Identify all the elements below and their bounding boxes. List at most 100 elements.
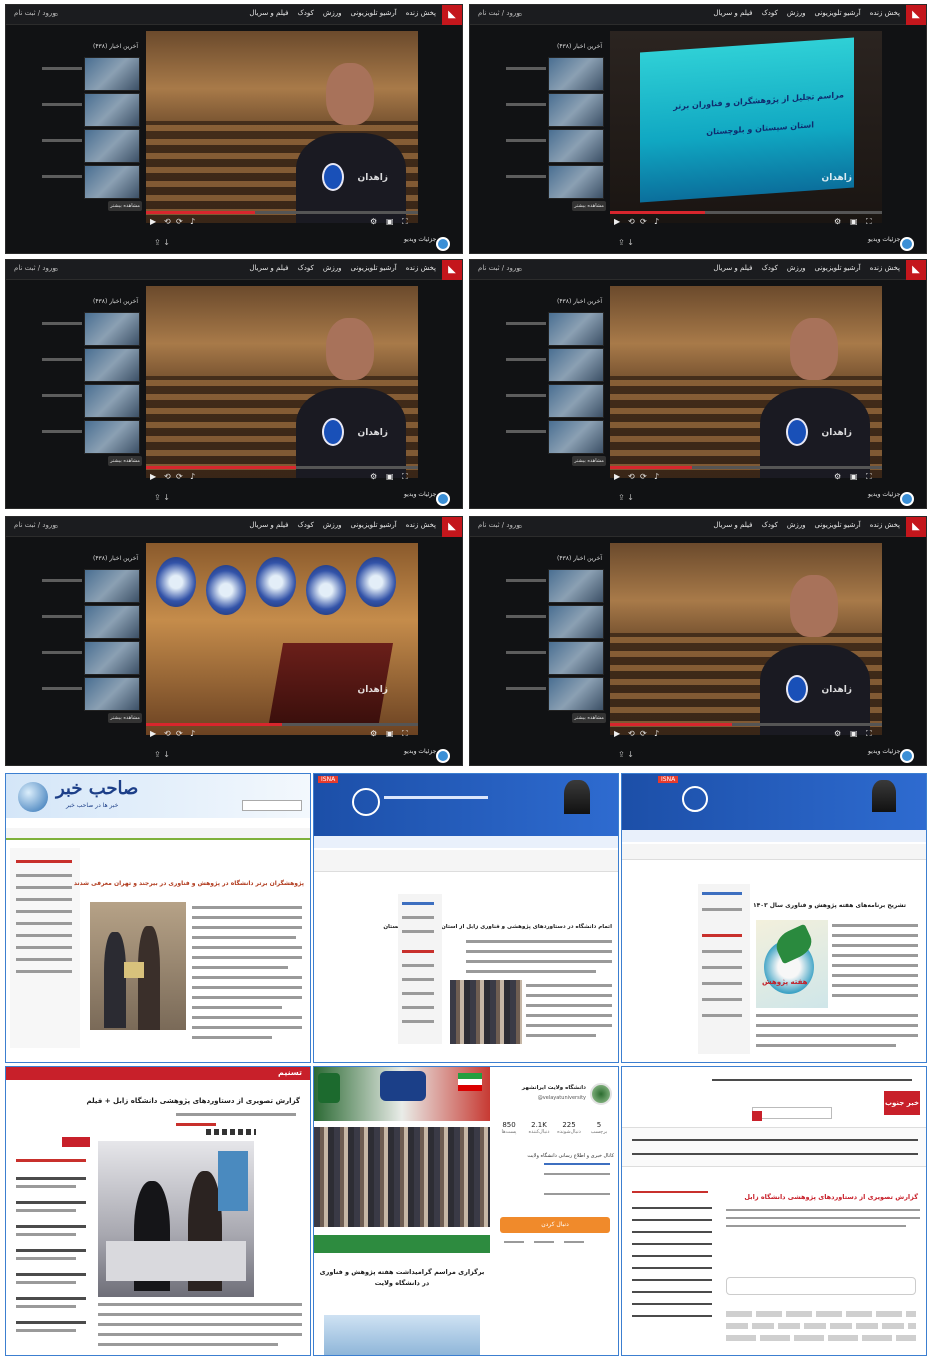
pip-icon[interactable]: ▣ — [386, 217, 394, 226]
nav-item[interactable]: ورزش — [787, 264, 806, 272]
rewind-icon[interactable]: ⟲ — [164, 217, 171, 226]
nav-item[interactable]: آرشیو تلویزیونی — [351, 9, 397, 17]
forward-icon[interactable]: ⟳ — [176, 729, 183, 738]
playlist-thumbnail[interactable] — [84, 420, 140, 454]
video-frame[interactable]: زاهدان — [610, 286, 882, 478]
share-icon[interactable]: ⇪ ↓ — [154, 750, 170, 759]
search-input[interactable] — [752, 1107, 832, 1119]
nav-item[interactable]: ورزش — [323, 264, 342, 272]
volume-icon[interactable]: ♪ — [654, 217, 659, 226]
nav-item[interactable]: پخش زنده — [870, 521, 900, 529]
rewind-icon[interactable]: ⟲ — [628, 472, 635, 481]
video-frame[interactable]: زاهدان — [146, 31, 418, 223]
top-nav[interactable] — [314, 836, 618, 848]
fullscreen-icon[interactable]: ⛶ — [866, 729, 872, 739]
progress-bar[interactable] — [146, 211, 418, 214]
share-icon[interactable]: ⇪ ↓ — [154, 493, 170, 502]
follow-button[interactable]: دنبال کردن — [500, 1217, 610, 1233]
more-button[interactable]: مشاهده بیشتر — [108, 201, 142, 211]
playlist-thumbnail[interactable] — [548, 348, 604, 382]
settings-icon[interactable]: ⚙ — [370, 217, 377, 226]
playlist-thumbnail[interactable] — [548, 57, 604, 91]
playlist-thumbnail[interactable] — [84, 641, 140, 675]
forward-icon[interactable]: ⟳ — [176, 217, 183, 226]
more-button[interactable]: مشاهده بیشتر — [108, 456, 142, 466]
playlist-thumbnail[interactable] — [84, 677, 140, 711]
play-icon[interactable]: ▶ — [150, 217, 156, 226]
channel-logo[interactable]: ◣ — [442, 517, 462, 537]
nav-item[interactable]: پخش زنده — [870, 9, 900, 17]
top-nav[interactable] — [622, 830, 926, 842]
nav-item[interactable]: فیلم و سریال — [713, 264, 752, 272]
share-icon[interactable]: ⇪ ↓ — [154, 238, 170, 247]
playlist-thumbnail[interactable] — [548, 420, 604, 454]
nav-item[interactable]: کودک — [761, 9, 777, 17]
nav-item[interactable]: پخش زنده — [406, 9, 436, 17]
fullscreen-icon[interactable]: ⛶ — [866, 217, 872, 227]
nav-item[interactable]: ورزش — [323, 521, 342, 529]
volume-icon[interactable]: ♪ — [190, 729, 195, 738]
login-link[interactable]: ورود / ثبت نام — [14, 264, 56, 272]
nav-item[interactable]: آرشیو تلویزیونی — [815, 9, 861, 17]
playlist-thumbnail[interactable] — [84, 312, 140, 346]
play-icon[interactable]: ▶ — [614, 729, 620, 738]
playlist-thumbnail[interactable] — [84, 93, 140, 127]
forward-icon[interactable]: ⟳ — [640, 729, 647, 738]
fullscreen-icon[interactable]: ⛶ — [402, 217, 408, 227]
play-icon[interactable]: ▶ — [614, 472, 620, 481]
nav-item[interactable]: پخش زنده — [406, 264, 436, 272]
nav-item[interactable]: ورزش — [787, 9, 806, 17]
video-frame[interactable]: زاهدان — [146, 286, 418, 478]
nav-item[interactable]: آرشیو تلویزیونی — [815, 264, 861, 272]
playlist-thumbnail[interactable] — [84, 384, 140, 418]
playlist-thumbnail[interactable] — [84, 165, 140, 199]
more-button[interactable]: مشاهده بیشتر — [572, 456, 606, 466]
volume-icon[interactable]: ♪ — [654, 472, 659, 481]
category-nav[interactable] — [622, 1127, 926, 1167]
pip-icon[interactable]: ▣ — [850, 729, 858, 738]
playlist-thumbnail[interactable] — [84, 348, 140, 382]
playlist-thumbnail[interactable] — [548, 312, 604, 346]
search-input[interactable] — [242, 800, 302, 811]
search-icon[interactable]: ⌕ — [518, 10, 522, 20]
volume-icon[interactable]: ♪ — [190, 472, 195, 481]
progress-bar[interactable] — [610, 211, 882, 214]
search-icon[interactable]: ⌕ — [54, 265, 58, 275]
nav-item[interactable]: فیلم و سریال — [713, 521, 752, 529]
nav-item[interactable]: کودک — [761, 521, 777, 529]
playlist-thumbnail[interactable] — [548, 129, 604, 163]
search-icon[interactable]: ⌕ — [518, 522, 522, 532]
nav-item[interactable]: آرشیو تلویزیونی — [351, 264, 397, 272]
search-icon[interactable]: ⌕ — [518, 265, 522, 275]
login-link[interactable]: ورود / ثبت نام — [14, 9, 56, 17]
pip-icon[interactable]: ▣ — [386, 472, 394, 481]
nav-item[interactable]: فیلم و سریال — [713, 9, 752, 17]
login-link[interactable]: ورود / ثبت نام — [478, 521, 520, 529]
more-button[interactable]: مشاهده بیشتر — [572, 713, 606, 723]
category-tabs[interactable] — [622, 844, 926, 860]
pip-icon[interactable]: ▣ — [386, 729, 394, 738]
playlist-thumbnail[interactable] — [548, 677, 604, 711]
nav-item[interactable]: فیلم و سریال — [249, 521, 288, 529]
forward-icon[interactable]: ⟳ — [640, 472, 647, 481]
nav-item[interactable]: کودک — [297, 264, 313, 272]
channel-logo[interactable]: ◣ — [442, 5, 462, 25]
play-icon[interactable]: ▶ — [614, 217, 620, 226]
share-icon[interactable]: ⇪ ↓ — [618, 750, 634, 759]
nav-item[interactable]: آرشیو تلویزیونی — [815, 521, 861, 529]
nav-item[interactable]: آرشیو تلویزیونی — [351, 521, 397, 529]
nav-item[interactable]: فیلم و سریال — [249, 9, 288, 17]
channel-logo[interactable]: ◣ — [906, 260, 926, 280]
volume-icon[interactable]: ♪ — [654, 729, 659, 738]
search-icon[interactable]: ⌕ — [54, 10, 58, 20]
more-button[interactable]: مشاهده بیشتر — [108, 713, 142, 723]
settings-icon[interactable]: ⚙ — [834, 729, 841, 738]
channel-logo[interactable]: ◣ — [906, 517, 926, 537]
nav-item[interactable]: پخش زنده — [870, 264, 900, 272]
play-icon[interactable]: ▶ — [150, 729, 156, 738]
nav-item[interactable]: کودک — [761, 264, 777, 272]
progress-bar[interactable] — [146, 466, 418, 469]
nav-item[interactable]: کودک — [297, 521, 313, 529]
playlist-thumbnail[interactable] — [548, 165, 604, 199]
settings-icon[interactable]: ⚙ — [834, 217, 841, 226]
